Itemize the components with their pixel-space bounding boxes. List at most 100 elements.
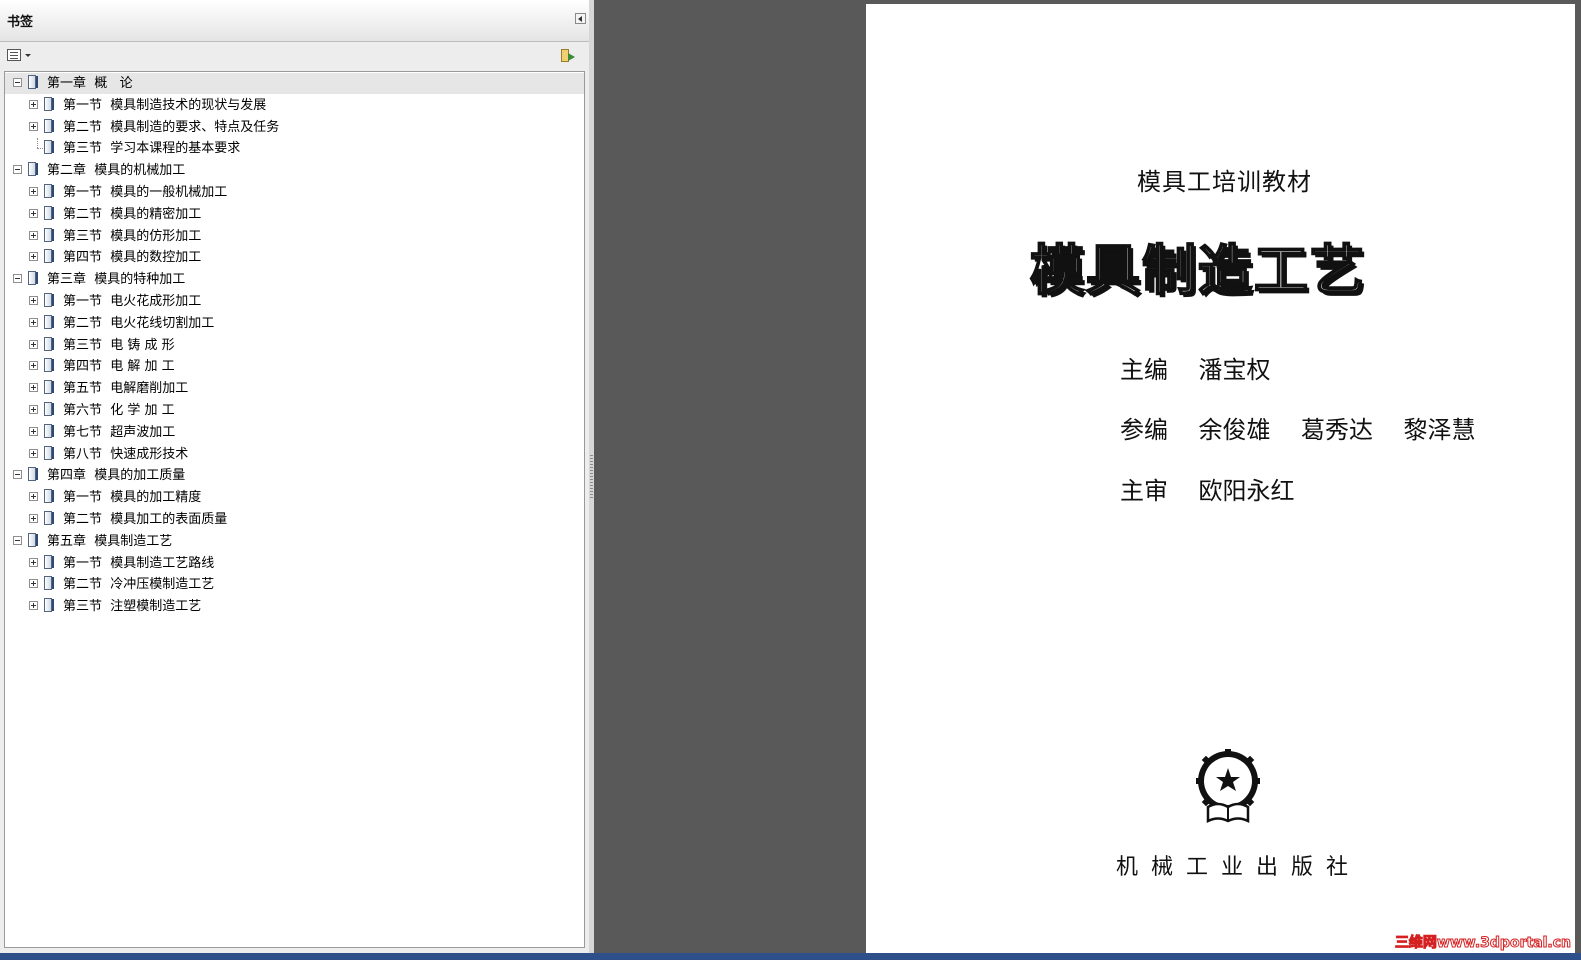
- publisher-name: 机械工业出版社: [1116, 855, 1362, 880]
- expand-toggle-icon[interactable]: [29, 601, 38, 611]
- bookmark-tree[interactable]: 第一章 概 论第一节 模具制造技术的现状与发展第二节 模具制造的要求、特点及任务…: [4, 71, 585, 948]
- collapse-toggle-icon[interactable]: [13, 78, 22, 87]
- tree-branch-line: [37, 138, 39, 149]
- expand-toggle-icon[interactable]: [29, 492, 38, 502]
- bookmark-icon: [28, 532, 39, 548]
- bookmark-item[interactable]: 第四节 电 解 加 工: [5, 356, 584, 377]
- expand-toggle-icon[interactable]: [29, 296, 38, 305]
- bookmark-item[interactable]: 第三节 注塑模制造工艺: [5, 596, 584, 617]
- bookmark-item[interactable]: 第三章 模具的特种加工: [5, 269, 584, 290]
- bookmark-item[interactable]: 第一节 模具制造工艺路线: [5, 553, 584, 574]
- collapse-toggle-icon[interactable]: [13, 165, 22, 175]
- collapse-toggle-icon[interactable]: [13, 470, 22, 480]
- bookmark-label: 第二节 模具制造的要求、特点及任务: [63, 119, 280, 135]
- bookmark-item[interactable]: 第一节 模具的加工精度: [5, 487, 584, 508]
- bookmark-label: 第一节 电火花成形加工: [63, 294, 202, 309]
- expand-toggle-icon[interactable]: [29, 187, 38, 196]
- expand-toggle-icon[interactable]: [29, 405, 38, 414]
- bookmark-icon: [28, 162, 39, 177]
- bookmark-icon: [44, 511, 55, 526]
- collapse-toggle-icon[interactable]: [13, 274, 22, 284]
- bookmark-item[interactable]: 第三节 模具的仿形加工: [5, 226, 584, 247]
- collapse-panel-icon[interactable]: [575, 13, 586, 24]
- chief-editor-line: 主编 潘宝权: [1120, 356, 1271, 384]
- expand-toggle-icon[interactable]: [29, 361, 38, 371]
- expand-bookmark-button[interactable]: [560, 48, 576, 64]
- bookmark-label: 第二节 冷冲压模制造工艺: [63, 577, 215, 593]
- bookmark-item[interactable]: 第四章 模具的加工质量: [5, 465, 584, 486]
- expand-toggle-icon[interactable]: [29, 252, 38, 262]
- bookmark-item[interactable]: 第二章 模具的机械加工: [5, 160, 584, 181]
- bookmark-icon: [44, 249, 55, 264]
- bookmark-icon: [44, 184, 55, 199]
- bookmark-label: 第三节 电 铸 成 形: [63, 337, 175, 353]
- collapse-toggle-icon[interactable]: [13, 535, 22, 545]
- expand-toggle-icon[interactable]: [29, 579, 38, 589]
- bookmark-label: 第四节 电 解 加 工: [63, 359, 175, 375]
- bookmark-item[interactable]: 第一节 模具制造技术的现状与发展: [5, 95, 584, 116]
- splitter-grip-icon[interactable]: [590, 455, 593, 499]
- bookmark-icon: [28, 271, 39, 286]
- bookmark-label: 第七节 超声波加工: [63, 424, 176, 440]
- bookmark-item[interactable]: 第二节 模具的精密加工: [5, 204, 584, 225]
- bookmark-icon: [44, 314, 55, 330]
- bookmark-item[interactable]: 第八节 快速成形技术: [5, 444, 584, 465]
- expand-toggle-icon[interactable]: [29, 99, 38, 109]
- bookmark-item[interactable]: 第一节 模具的一般机械加工: [5, 182, 584, 203]
- bookmark-item[interactable]: 第四节 模具的数控加工: [5, 247, 584, 268]
- bookmark-label: 第一节 模具的加工精度: [63, 490, 202, 506]
- bookmark-icon: [44, 576, 55, 591]
- watermark: 三维网www.3dportal.cn: [1394, 935, 1571, 952]
- bookmark-item[interactable]: 第二节 冷冲压模制造工艺: [5, 574, 584, 595]
- bookmark-label: 第一节 模具的一般机械加工: [63, 185, 228, 200]
- expand-toggle-icon[interactable]: [29, 514, 38, 523]
- expand-toggle-icon[interactable]: [29, 557, 38, 567]
- bookmark-label: 第一节 模具制造工艺路线: [63, 555, 215, 571]
- bookmark-icon: [44, 227, 55, 243]
- bookmark-icon: [28, 75, 39, 90]
- expand-toggle-icon[interactable]: [29, 383, 38, 393]
- expand-toggle-icon[interactable]: [29, 317, 38, 327]
- co-editors-line: 参编 余俊雄 葛秀达 黎泽慧: [1120, 416, 1476, 444]
- bookmark-label: 第三章 模具的特种加工: [47, 272, 186, 288]
- bookmark-icon: [44, 293, 55, 308]
- options-menu-button[interactable]: [7, 49, 33, 64]
- bookmark-icon: [44, 423, 55, 439]
- bookmark-item[interactable]: 第三节 学习本课程的基本要求: [5, 138, 584, 159]
- bookmark-icon: [44, 598, 55, 613]
- bottom-bar: [0, 953, 1581, 960]
- document-viewport[interactable]: 模具工培训教材 模具制造工艺 主编 潘宝权 参编 余俊雄 葛秀达 黎泽慧 主审 …: [594, 0, 1581, 960]
- expand-toggle-icon[interactable]: [29, 121, 38, 131]
- bookmark-label: 第一章 概 论: [47, 76, 133, 91]
- expand-toggle-icon[interactable]: [29, 448, 38, 458]
- bookmark-label: 第八节 快速成形技术: [63, 446, 189, 462]
- bookmark-item[interactable]: 第二节 模具制造的要求、特点及任务: [5, 117, 584, 138]
- bookmark-label: 第四章 模具的加工质量: [47, 468, 186, 484]
- bookmark-icon: [44, 554, 55, 570]
- bookmark-item[interactable]: 第五章 模具制造工艺: [5, 531, 584, 552]
- bookmark-item[interactable]: 第二节 电火花线切割加工: [5, 313, 584, 334]
- bookmark-item[interactable]: 第二节 模具加工的表面质量: [5, 509, 584, 530]
- publisher-logo-icon: [1196, 749, 1260, 824]
- expand-toggle-icon[interactable]: [29, 339, 38, 349]
- bookmark-label: 第二节 模具的精密加工: [63, 206, 202, 222]
- bookmark-item[interactable]: 第三节 电 铸 成 形: [5, 335, 584, 356]
- list-options-icon: [7, 49, 21, 61]
- bookmark-label: 第五章 模具制造工艺: [47, 533, 173, 549]
- bookmark-icon: [44, 336, 55, 352]
- bookmark-icon: [44, 380, 55, 395]
- bookmark-item[interactable]: 第一章 概 论: [5, 73, 584, 94]
- bookmark-icon: [44, 358, 55, 373]
- expand-toggle-icon[interactable]: [29, 208, 38, 218]
- bookmark-label: 第四节 模具的数控加工: [63, 250, 202, 266]
- bookmark-icon: [44, 140, 55, 155]
- bookmark-icon: [44, 489, 55, 504]
- expand-toggle-icon[interactable]: [29, 230, 38, 240]
- bookmark-item[interactable]: 第六节 化 学 加 工: [5, 400, 584, 421]
- bookmark-item[interactable]: 第一节 电火花成形加工: [5, 291, 584, 312]
- bookmark-item[interactable]: 第五节 电解磨削加工: [5, 378, 584, 399]
- panel-title: 书签: [7, 15, 34, 30]
- expand-toggle-icon[interactable]: [29, 426, 38, 436]
- bookmark-item[interactable]: 第七节 超声波加工: [5, 422, 584, 443]
- dropdown-caret-icon: [25, 54, 31, 57]
